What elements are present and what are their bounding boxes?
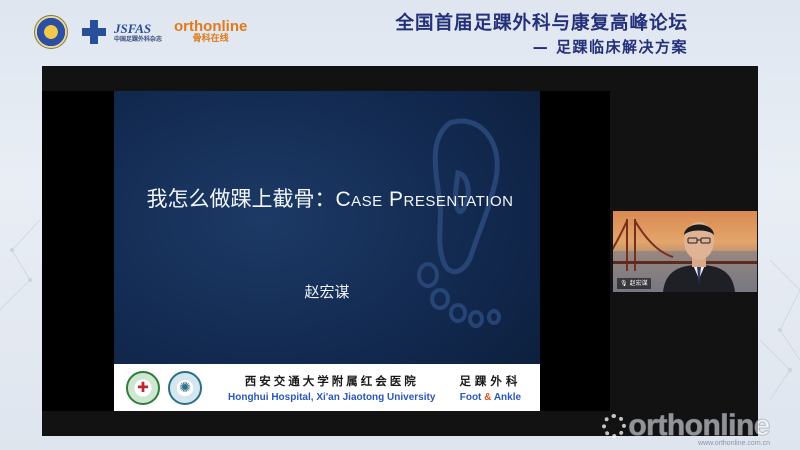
jsfas-logo: JSFAS 中国足踝外科杂志 [114, 20, 163, 43]
hospital-name-cn: 西安交通大学附属红会医院 [244, 373, 419, 388]
department-emblem-icon [168, 370, 202, 405]
sponsor-logos: JSFAS 中国足踝外科杂志 orthonline 骨科在线 [34, 14, 247, 50]
hospital-emblem-icon [126, 370, 160, 405]
medical-cross-icon [82, 20, 106, 44]
gear-logo-icon [602, 414, 627, 438]
conference-title: 全国首届足踝外科与康复高峰论坛 [395, 13, 688, 34]
video-panel: 我怎么做踝上截骨：Case Presentation 赵宏谋 西安交通大学附属红… [42, 66, 758, 436]
presentation-slide: 我怎么做踝上截骨：Case Presentation 赵宏谋 西安交通大学附属红… [114, 91, 540, 411]
conference-emblem-icon [34, 15, 68, 49]
webcam-name-text: 赵宏谋 [629, 280, 648, 287]
department-name-en: Foot & Ankle [459, 391, 522, 403]
ampersand: & [484, 391, 492, 403]
orthonline-logo: orthonline 骨科在线 [174, 19, 247, 45]
slide-title: 我怎么做踝上截骨：Case Presentation [130, 183, 530, 213]
hospital-names: 西安交通大学附属红会医院 Honghui Hospital, Xi'an Jia… [228, 373, 435, 403]
watermark-text: orthonline [628, 409, 771, 443]
microphone-icon: 🎙 [620, 280, 628, 287]
orthonline-watermark: orthonline [602, 409, 771, 443]
orthonline-logo-text: orthonline [174, 18, 248, 36]
speaker-avatar [663, 222, 735, 292]
slide-title-cjk: 我怎么做踝上截骨： [146, 187, 336, 211]
screen-share-area: 我怎么做踝上截骨：Case Presentation 赵宏谋 西安交通大学附属红… [42, 91, 610, 411]
department-name-cn: 足踝外科 [459, 373, 522, 388]
slide-footer: 西安交通大学附属红会医院 Honghui Hospital, Xi'an Jia… [114, 364, 540, 411]
slide-author: 赵宏谋 [304, 283, 350, 301]
watermark-url: www.orthonline.com.cn [698, 440, 770, 447]
orthonline-logo-sub: 骨科在线 [192, 34, 229, 45]
webcam-name-tag: 🎙 赵宏谋 [617, 278, 651, 289]
slide-title-latin: Case Presentation [335, 188, 514, 211]
hospital-name-en: Honghui Hospital, Xi'an Jiaotong Univers… [228, 391, 436, 403]
department-names: 足踝外科 Foot & Ankle [459, 373, 521, 403]
speaker-webcam[interactable]: 🎙 赵宏谋 [613, 211, 757, 292]
conference-subtitle: — 足踝临床解决方案 [532, 38, 688, 56]
